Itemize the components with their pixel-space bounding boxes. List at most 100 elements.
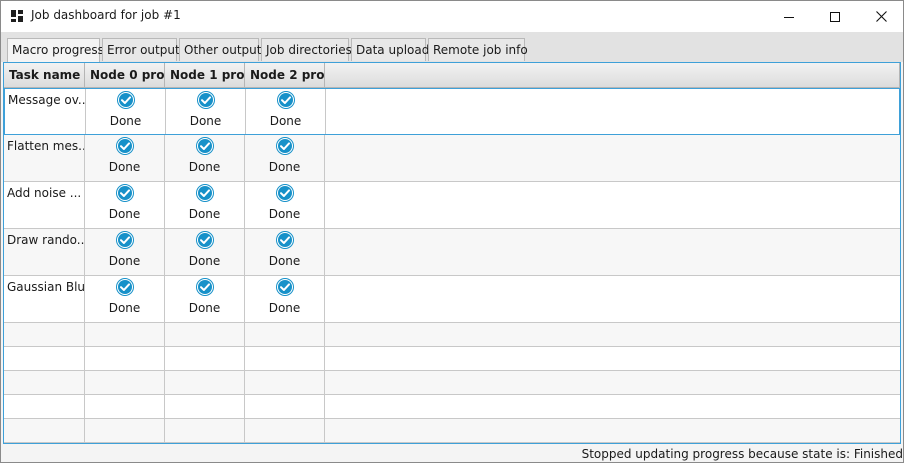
node-2-status-cell: Done (246, 89, 326, 134)
status-text: Stopped updating progress because state … (581, 447, 903, 461)
tab-error-output[interactable]: Error output (102, 38, 180, 61)
status-label: Done (268, 301, 301, 315)
task-name-cell: Flatten mes... (4, 135, 85, 181)
node-1-status-cell: Done (166, 89, 246, 134)
status-label: Done (108, 301, 141, 315)
empty-table-row (4, 395, 900, 419)
column-header-node-0[interactable]: Node 0 pro... (85, 63, 165, 88)
filler-cell (325, 229, 900, 275)
empty-cell (325, 419, 900, 442)
node-2-status-cell: Done (245, 276, 325, 322)
empty-cell (85, 347, 165, 370)
empty-cell (245, 347, 325, 370)
check-circle-icon (115, 184, 134, 205)
empty-cell (85, 323, 165, 346)
node-1-status-cell: Done (165, 229, 245, 275)
maximize-button[interactable] (812, 1, 858, 32)
status-label: Done (108, 160, 141, 174)
empty-cell (325, 347, 900, 370)
node-0-status-cell: Done (85, 182, 165, 228)
empty-cell (4, 347, 85, 370)
column-header-task-name[interactable]: Task name (4, 63, 85, 88)
status-label: Done (269, 114, 302, 128)
check-circle-icon (275, 137, 294, 158)
tab-other-output[interactable]: Other output (179, 38, 261, 61)
empty-table-row (4, 419, 900, 443)
tab-job-directories[interactable]: Job directories (261, 38, 352, 61)
empty-cell (245, 371, 325, 394)
table-row[interactable]: Add noise ... Done Done Done (4, 182, 900, 229)
tab-remote-job-info[interactable]: Remote job info (428, 38, 528, 61)
node-0-status-cell: Done (85, 276, 165, 322)
status-bar: Stopped updating progress because state … (1, 444, 903, 462)
empty-cell (4, 371, 85, 394)
column-header-filler (325, 63, 900, 88)
table-row[interactable]: Message ov... Done Done Done (4, 88, 900, 135)
node-0-status-cell: Done (85, 135, 165, 181)
status-label: Done (188, 301, 221, 315)
table-row[interactable]: Flatten mes... Done Done Done (4, 135, 900, 182)
filler-cell (326, 89, 900, 134)
tab-macro-progress[interactable]: Macro progress (7, 38, 104, 62)
job-dashboard-window: Job dashboard for job #1 Macro progress … (0, 0, 904, 463)
empty-cell (85, 395, 165, 418)
empty-cell (325, 371, 900, 394)
check-circle-icon (275, 231, 294, 252)
node-2-status-cell: Done (245, 182, 325, 228)
empty-cell (85, 419, 165, 442)
node-2-status-cell: Done (245, 135, 325, 181)
status-label: Done (188, 207, 221, 221)
empty-table-row (4, 323, 900, 347)
minimize-icon (784, 16, 794, 18)
empty-cell (4, 395, 85, 418)
column-header-node-2[interactable]: Node 2 pro... (245, 63, 325, 88)
table-row[interactable]: Draw rando... Done Done Done (4, 229, 900, 276)
empty-table-row (4, 371, 900, 395)
task-name-cell: Draw rando... (4, 229, 85, 275)
check-circle-icon (115, 231, 134, 252)
check-circle-icon (196, 91, 215, 112)
empty-cell (245, 323, 325, 346)
title-bar[interactable]: Job dashboard for job #1 (1, 1, 903, 32)
check-circle-icon (275, 184, 294, 205)
status-label: Done (188, 160, 221, 174)
status-label: Done (268, 254, 301, 268)
macro-progress-table[interactable]: Task name Node 0 pro... Node 1 pro... No… (3, 62, 901, 444)
node-1-status-cell: Done (165, 182, 245, 228)
check-circle-icon (115, 278, 134, 299)
check-circle-icon (195, 184, 214, 205)
empty-cell (4, 323, 85, 346)
dashboard-icon (11, 10, 23, 22)
node-0-status-cell: Done (86, 89, 166, 134)
task-name-cell: Add noise ... (4, 182, 85, 228)
check-circle-icon (195, 278, 214, 299)
node-1-status-cell: Done (165, 276, 245, 322)
close-icon (875, 11, 887, 22)
empty-cell (165, 395, 245, 418)
window-title: Job dashboard for job #1 (31, 8, 181, 22)
empty-cell (85, 371, 165, 394)
empty-cell (245, 419, 325, 442)
check-circle-icon (195, 231, 214, 252)
close-button[interactable] (858, 1, 903, 32)
tab-data-upload[interactable]: Data upload (351, 38, 429, 61)
column-header-node-1[interactable]: Node 1 pro... (165, 63, 245, 88)
empty-table-row (4, 347, 900, 371)
table-row[interactable]: Gaussian Blur. Done Done Done (4, 276, 900, 323)
tab-bar: Macro progress Error output Other output… (1, 32, 903, 62)
maximize-icon (830, 11, 840, 22)
task-name-cell: Gaussian Blur. (4, 276, 85, 322)
filler-cell (325, 135, 900, 181)
check-circle-icon (115, 137, 134, 158)
status-label: Done (188, 254, 221, 268)
minimize-button[interactable] (766, 1, 812, 32)
empty-cell (4, 419, 85, 442)
check-circle-icon (275, 278, 294, 299)
task-name-cell: Message ov... (5, 89, 86, 134)
empty-cell (325, 395, 900, 418)
status-label: Done (108, 254, 141, 268)
check-circle-icon (116, 91, 135, 112)
status-label: Done (189, 114, 222, 128)
empty-cell (165, 323, 245, 346)
check-circle-icon (276, 91, 295, 112)
